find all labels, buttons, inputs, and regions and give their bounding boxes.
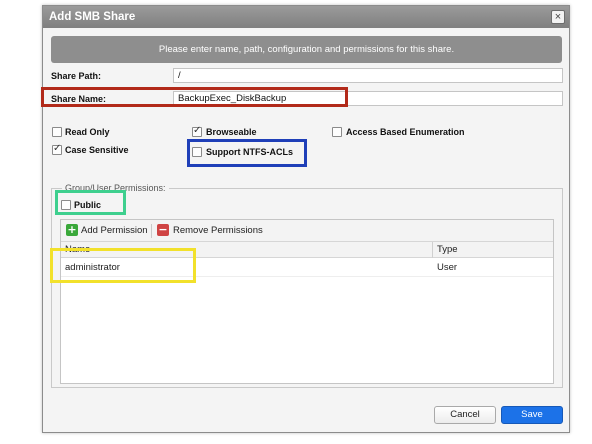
browseable-checkbox[interactable]: [192, 125, 202, 137]
save-button[interactable]: Save: [501, 406, 563, 424]
public-highlight: [55, 190, 126, 215]
toolbar-divider: [151, 224, 152, 238]
column-divider[interactable]: [432, 242, 433, 258]
instruction-banner: Please enter name, path, configuration a…: [51, 36, 562, 63]
cancel-button[interactable]: Cancel: [434, 406, 496, 424]
remove-icon[interactable]: −: [157, 224, 169, 236]
permissions-toolbar: + Add Permission − Remove Permissions: [61, 220, 553, 242]
dialog-title: Add SMB Share: [43, 6, 569, 28]
share-path-input[interactable]: /: [173, 68, 563, 83]
remove-permissions-button[interactable]: Remove Permissions: [173, 224, 263, 238]
share-name-highlight: [41, 87, 348, 107]
ntfs-acls-highlight: [187, 139, 307, 167]
row-type-cell: User: [437, 262, 458, 273]
add-icon[interactable]: +: [66, 224, 78, 236]
permissions-grid: + Add Permission − Remove Permissions Na…: [60, 219, 554, 384]
access-based-enumeration-checkbox[interactable]: [332, 127, 342, 137]
browseable-label: Browseable: [206, 127, 257, 137]
case-sensitive-checkbox[interactable]: [52, 143, 62, 155]
add-smb-share-dialog: Add SMB Share × Please enter name, path,…: [42, 5, 570, 433]
share-path-label: Share Path:: [51, 71, 102, 81]
read-only-checkbox[interactable]: [52, 127, 62, 137]
case-sensitive-label: Case Sensitive: [65, 145, 129, 155]
read-only-label: Read Only: [65, 127, 110, 137]
add-permission-button[interactable]: Add Permission: [81, 224, 148, 238]
type-column-header[interactable]: Type: [437, 242, 458, 258]
close-icon[interactable]: ×: [551, 10, 565, 24]
administrator-highlight: [50, 248, 196, 283]
access-based-enumeration-label: Access Based Enumeration: [346, 127, 465, 137]
